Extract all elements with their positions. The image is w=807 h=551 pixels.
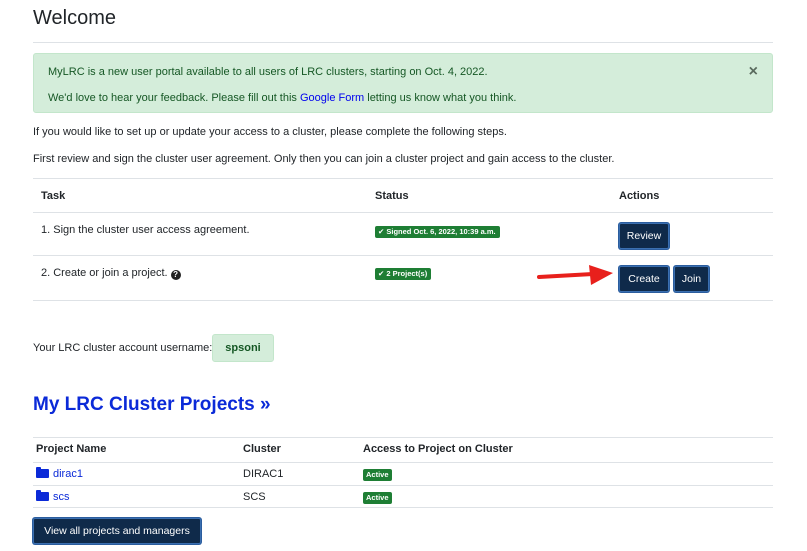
- header-status: Status: [375, 190, 409, 202]
- status-projects-badge: ✔ 2 Project(s): [375, 267, 432, 280]
- title-divider: [33, 42, 773, 43]
- project-name-cell: scs: [36, 490, 70, 503]
- header-cluster: Cluster: [243, 443, 281, 455]
- alert-feedback-text: We'd love to hear your feedback. Please …: [48, 92, 300, 104]
- access-cell: Active: [363, 491, 392, 504]
- join-button[interactable]: Join: [674, 266, 709, 292]
- create-button[interactable]: Create: [619, 266, 669, 292]
- table-row: 2. Create or join a project.? ✔ 2 Projec…: [33, 255, 773, 301]
- google-form-link[interactable]: Google Form: [300, 92, 364, 104]
- project-link-dirac1[interactable]: dirac1: [53, 468, 83, 480]
- cluster-cell: SCS: [243, 491, 266, 503]
- projects-table: Project Name Cluster Access to Project o…: [33, 437, 773, 508]
- table-row: dirac1 DIRAC1 Active: [33, 462, 773, 485]
- review-button[interactable]: Review: [619, 223, 669, 249]
- task-sign-agreement: 1. Sign the cluster user access agreemen…: [41, 224, 250, 236]
- cluster-cell: DIRAC1: [243, 468, 284, 480]
- view-all-projects-button[interactable]: View all projects and managers: [33, 518, 201, 544]
- active-badge: Active: [363, 492, 392, 504]
- username-badge: spsoni: [212, 334, 274, 362]
- red-arrow-annotation: [537, 265, 613, 285]
- page-title: Welcome: [33, 7, 116, 29]
- username-label: Your LRC cluster account username:: [33, 342, 213, 354]
- alert-message: MyLRC is a new user portal available to …: [48, 66, 488, 78]
- header-task: Task: [41, 190, 66, 202]
- task-create-join: 2. Create or join a project.?: [41, 267, 181, 280]
- status-signed-badge: ✔ Signed Oct. 6, 2022, 10:39 a.m.: [375, 225, 500, 238]
- task-create-join-label: 2. Create or join a project.: [41, 267, 168, 279]
- folder-icon: [36, 467, 49, 478]
- intro-text: If you would like to set up or update yo…: [33, 126, 507, 138]
- my-projects-link[interactable]: My LRC Cluster Projects »: [33, 394, 271, 416]
- intro-instructions: First review and sign the cluster user a…: [33, 153, 615, 165]
- header-project-name: Project Name: [36, 443, 107, 455]
- alert-feedback-message: We'd love to hear your feedback. Please …: [48, 92, 516, 104]
- active-badge: Active: [363, 469, 392, 481]
- status-badge: ✔ 2 Project(s): [375, 268, 432, 280]
- folder-icon: [36, 490, 49, 501]
- close-icon[interactable]: ×: [749, 64, 758, 80]
- header-access: Access to Project on Cluster: [363, 443, 513, 455]
- task-table-header: Task Status Actions: [33, 178, 773, 212]
- header-actions: Actions: [619, 190, 660, 202]
- question-circle-icon[interactable]: ?: [170, 270, 181, 280]
- status-badge: ✔ Signed Oct. 6, 2022, 10:39 a.m.: [375, 226, 500, 238]
- task-table: Task Status Actions 1. Sign the cluster …: [33, 178, 773, 301]
- feedback-alert: MyLRC is a new user portal available to …: [33, 53, 773, 113]
- access-cell: Active: [363, 468, 392, 481]
- table-row: 1. Sign the cluster user access agreemen…: [33, 212, 773, 255]
- project-name-cell: dirac1: [36, 467, 83, 480]
- alert-feedback-text-end: letting us know what you think.: [364, 92, 517, 104]
- project-link-scs[interactable]: scs: [53, 491, 70, 503]
- projects-table-header: Project Name Cluster Access to Project o…: [33, 437, 773, 462]
- table-row: scs SCS Active: [33, 485, 773, 508]
